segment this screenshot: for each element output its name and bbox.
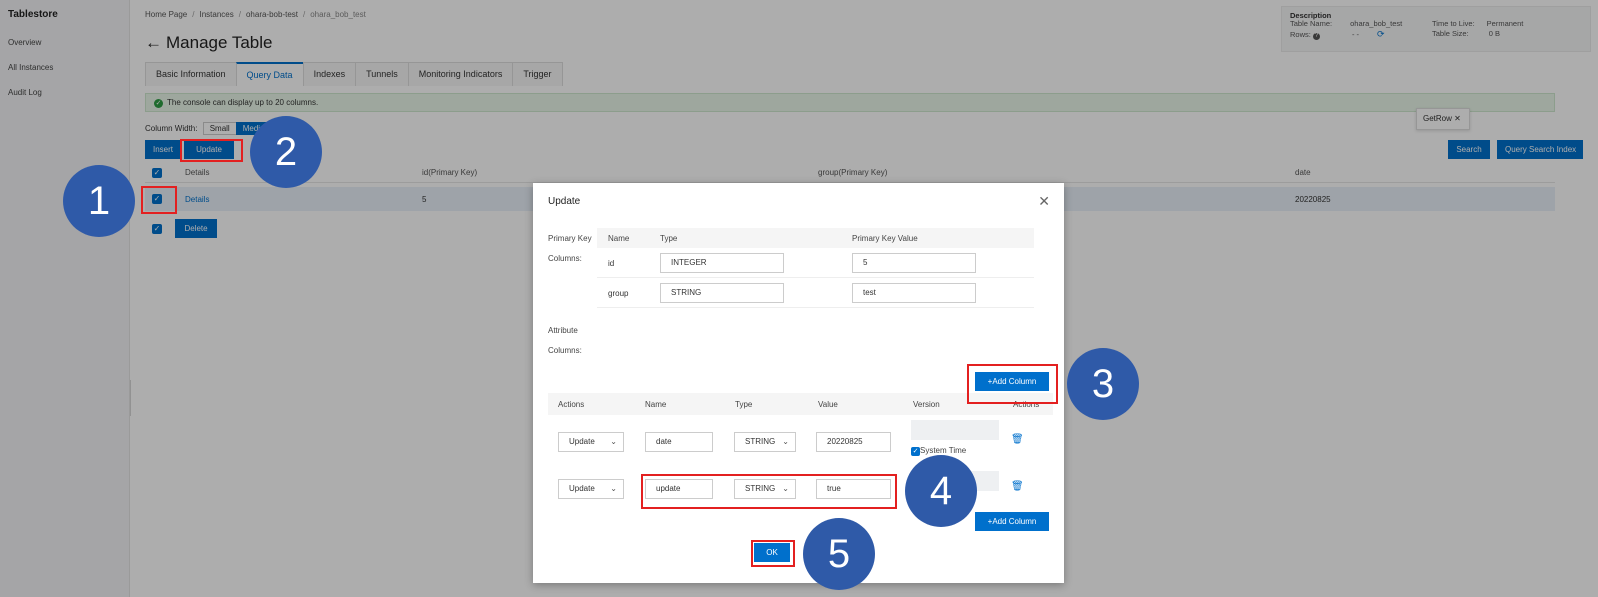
attr-header-version: Version (913, 400, 940, 409)
action-select[interactable]: Update ⌄ (558, 479, 624, 499)
pk-value-input[interactable]: 5 (852, 253, 976, 273)
highlight-box-add-column (967, 364, 1058, 404)
add-column-button-bottom[interactable]: +Add Column (975, 512, 1049, 531)
highlight-box-new-row (641, 474, 897, 509)
attr-name-input[interactable]: date (645, 432, 713, 452)
attr-value-input[interactable]: 20220825 (816, 432, 891, 452)
version-input[interactable] (911, 420, 999, 440)
pk-type-field: INTEGER (660, 253, 784, 273)
attr-label: Attribute (548, 326, 578, 335)
attr-label-columns: Columns: (548, 346, 582, 355)
pk-row: group STRING test (597, 278, 1034, 308)
attr-header-name: Name (645, 400, 667, 409)
step-marker-1: 1 (63, 165, 135, 237)
step-marker-4: 4 (905, 455, 977, 527)
attr-header-actions: Actions (558, 400, 585, 409)
close-icon[interactable]: ✕ (1038, 193, 1050, 210)
attr-header-type: Type (735, 400, 753, 409)
pk-name: group (608, 289, 629, 298)
attr-type-select[interactable]: STRING ⌄ (734, 432, 796, 452)
attr-header-value: Value (818, 400, 838, 409)
step-marker-3: 3 (1067, 348, 1139, 420)
trash-icon[interactable]: 🗑 (1011, 434, 1024, 445)
chevron-down-icon: ⌄ (782, 437, 789, 446)
step-marker-5: 5 (803, 518, 875, 590)
pk-label-columns: Columns: (548, 254, 582, 263)
trash-icon[interactable]: 🗑 (1011, 481, 1024, 492)
dialog-title: Update (548, 196, 581, 207)
primary-key-table: Name Type Primary Key Value id INTEGER 5… (597, 228, 1034, 308)
highlight-box-update (180, 139, 243, 162)
highlight-box-row-checkbox (141, 186, 177, 214)
pk-header-value: Primary Key Value (852, 234, 918, 243)
chevron-down-icon: ⌄ (610, 484, 617, 493)
pk-type-field: STRING (660, 283, 784, 303)
pk-label: Primary Key (548, 234, 592, 243)
checkbox-icon: ✓ (911, 447, 920, 456)
pk-value-input[interactable]: test (852, 283, 976, 303)
highlight-box-ok (751, 540, 795, 567)
pk-header-name: Name (608, 234, 630, 243)
action-select[interactable]: Update ⌄ (558, 432, 624, 452)
step-marker-2: 2 (250, 116, 322, 188)
pk-name: id (608, 259, 615, 268)
pk-row: id INTEGER 5 (597, 248, 1034, 278)
pk-header-type: Type (660, 234, 678, 243)
chevron-down-icon: ⌄ (610, 437, 617, 446)
